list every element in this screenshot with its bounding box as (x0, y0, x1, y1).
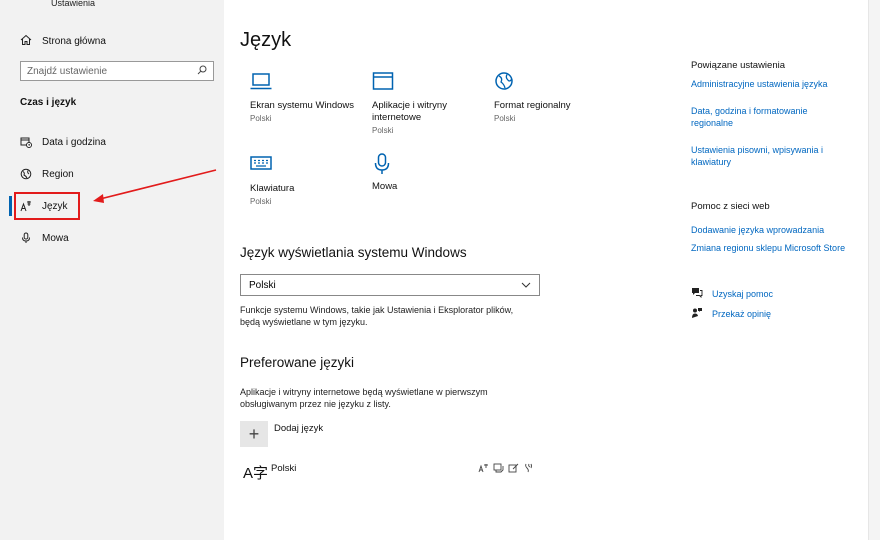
feedback-icon (691, 307, 703, 321)
display-language-description: Funkcje systemu Windows, takie jak Ustaw… (240, 304, 513, 328)
add-language-label[interactable]: Dodaj język (274, 423, 323, 434)
dropdown-value: Polski (249, 279, 276, 291)
add-language-button[interactable]: + (240, 421, 268, 447)
tile-regional-format[interactable]: Format regionalny Polski (494, 72, 614, 123)
tile-sub: Polski (372, 126, 394, 135)
preferred-languages-heading: Preferowane języki (240, 355, 355, 370)
microphone-icon (372, 153, 492, 177)
app-window-icon (372, 72, 492, 96)
tile-windows-display[interactable]: Ekran systemu Windows Polski (250, 72, 370, 123)
tile-sub: Polski (494, 114, 516, 123)
sidebar: Ustawienia Strona główna Czas i język Da… (0, 0, 224, 540)
voice-feature-icon (523, 460, 534, 478)
tile-name: Ekran systemu Windows (250, 100, 355, 111)
chat-help-icon (691, 287, 703, 300)
sidebar-item-speech[interactable]: Mowa (12, 227, 218, 249)
language-row-polish[interactable]: A字 Polski (240, 458, 540, 488)
get-help-label: Uzyskaj pomoc (712, 288, 774, 299)
related-settings-title: Powiązane ustawienia (691, 60, 786, 71)
sidebar-item-label: Data i godzina (42, 136, 106, 148)
tile-name: Mowa (372, 181, 398, 192)
globe-icon (494, 72, 614, 96)
plus-icon: + (248, 423, 260, 444)
link-date-time-regional[interactable]: Data, godzina i formatowanie regionalne (691, 105, 831, 129)
handwriting-feature-icon (508, 460, 519, 478)
display-language-feature-icon (478, 460, 489, 478)
link-add-input-language[interactable]: Dodawanie języka wprowadzania (691, 224, 861, 236)
annotation-highlight-box (14, 192, 80, 220)
window-edge (868, 0, 880, 540)
search-input[interactable] (27, 65, 197, 77)
calendar-clock-icon (20, 136, 32, 148)
get-help-link[interactable]: Uzyskaj pomoc (691, 287, 773, 300)
description-line: Aplikacje i witryny internetowe będą wyś… (240, 387, 488, 397)
chevron-down-icon (521, 280, 531, 291)
tile-sub: Polski (250, 197, 272, 206)
section-title: Czas i język (20, 97, 77, 108)
link-change-store-region[interactable]: Zmiana regionu sklepu Microsoft Store (691, 242, 861, 254)
search-icon[interactable] (197, 62, 207, 80)
feedback-label: Przekaż opinię (712, 309, 772, 319)
link-admin-language-settings[interactable]: Administracyjne ustawienia języka (691, 78, 861, 90)
sidebar-item-region[interactable]: Region (12, 163, 218, 185)
tile-apps-websites[interactable]: Aplikacje i witryny internetowe Polski (372, 72, 492, 135)
search-box[interactable] (20, 61, 214, 81)
home-icon (20, 34, 32, 49)
feedback-link[interactable]: Przekaż opinię (691, 307, 771, 321)
keyboard-icon (250, 155, 370, 179)
tile-name: Aplikacje i witryny internetowe (372, 100, 447, 123)
sidebar-item-date-time[interactable]: Data i godzina (12, 131, 218, 153)
language-features (478, 460, 534, 478)
laptop-icon (250, 72, 370, 96)
language-name: Polski (271, 463, 297, 474)
page-title: Język (240, 29, 292, 51)
web-help-title: Pomoc z sieci web (691, 201, 770, 212)
description-line: obsługiwanym przez nie języku z listy. (240, 399, 391, 409)
sidebar-item-label: Region (42, 168, 74, 180)
link-spelling-typing-keyboard[interactable]: Ustawienia pisowni, wpisywania i klawiat… (691, 144, 841, 168)
tile-name: Klawiatura (250, 183, 295, 194)
nav-home-label: Strona główna (42, 35, 106, 47)
sidebar-item-label: Mowa (42, 232, 69, 244)
description-line: będą wyświetlane w tym języku. (240, 317, 368, 327)
tile-sub: Polski (250, 114, 272, 123)
app-title: Ustawienia (51, 0, 96, 8)
display-language-heading: Język wyświetlania systemu Windows (240, 245, 467, 260)
language-glyph: A字 (243, 465, 269, 482)
preferred-languages-description: Aplikacje i witryny internetowe będą wyś… (240, 386, 488, 410)
description-line: Funkcje systemu Windows, takie jak Ustaw… (240, 305, 514, 315)
tile-keyboard[interactable]: Klawiatura Polski (250, 155, 370, 206)
speech-feature-icon (493, 460, 504, 478)
display-language-dropdown[interactable]: Polski (240, 274, 540, 296)
microphone-icon (20, 232, 32, 244)
globe-icon (20, 168, 32, 180)
tile-speech[interactable]: Mowa (372, 153, 492, 193)
tile-name: Format regionalny (494, 100, 571, 111)
nav-home[interactable]: Strona główna (12, 30, 218, 52)
